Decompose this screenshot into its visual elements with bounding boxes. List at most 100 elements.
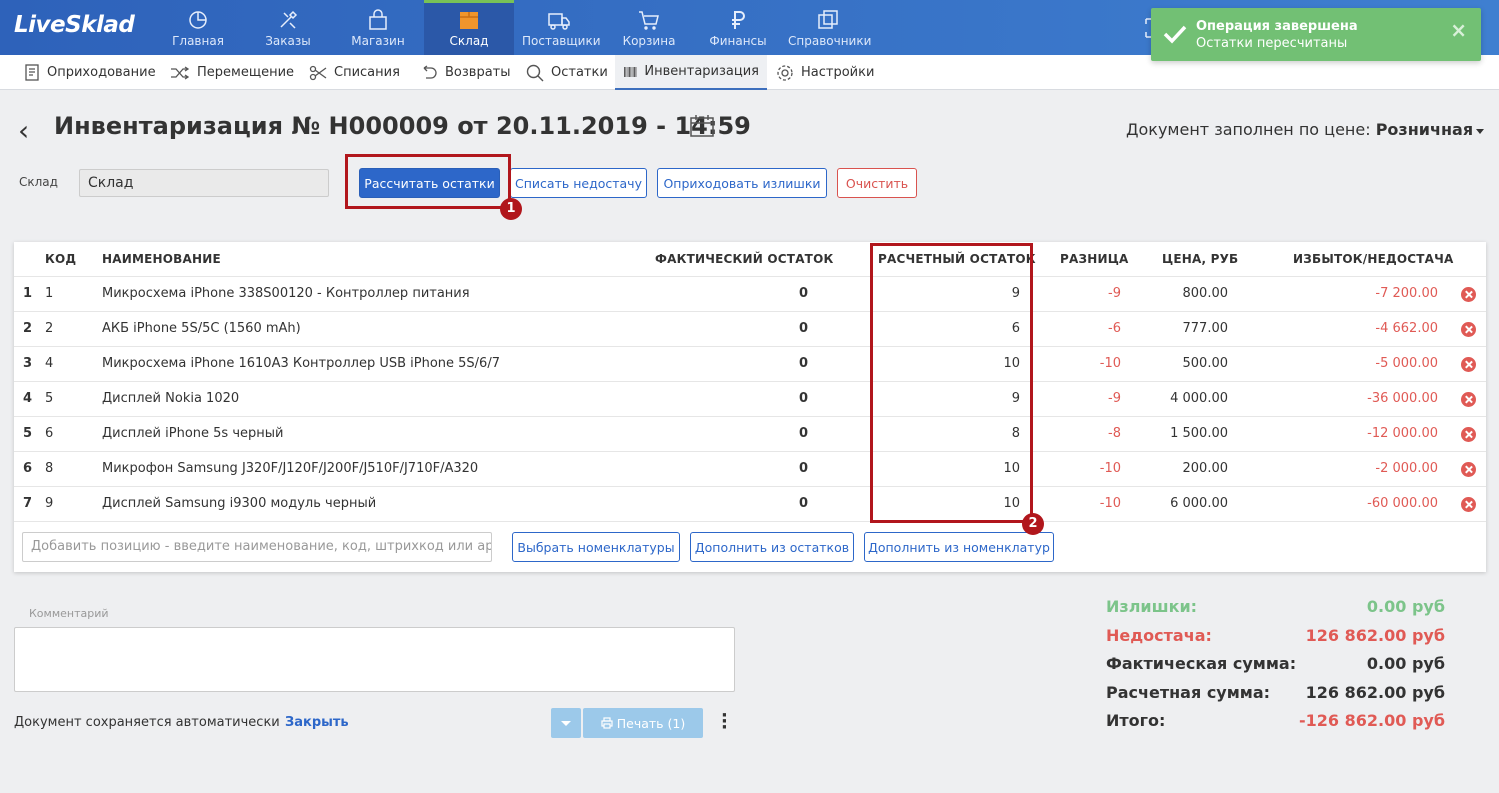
subnav-item-settings[interactable]: Настройки [768, 55, 882, 90]
back-button[interactable]: ‹ [18, 114, 29, 147]
nav-label: Справочники [788, 34, 872, 48]
subnav-item-returns[interactable]: Возвраты [412, 55, 519, 90]
nav-item-directories[interactable]: Справочники [788, 0, 872, 55]
row-number: 4 [23, 391, 33, 406]
table-row[interactable]: 7 9 Дисплей Samsung i9300 модуль черный … [14, 486, 1486, 521]
more-options-icon[interactable]: · · · [721, 707, 728, 737]
price-mode-label: Документ заполнен по цене: [1126, 120, 1371, 139]
row-fact-stock[interactable]: 0 [799, 461, 808, 476]
subnav-label: Настройки [801, 65, 875, 80]
nav-item-orders[interactable]: Заказы [258, 0, 318, 55]
row-fact-stock[interactable]: 0 [799, 426, 808, 441]
row-name[interactable]: Дисплей iPhone 5s черный [102, 426, 283, 441]
nav-item-suppliers[interactable]: Поставщики [522, 0, 601, 55]
printer-icon [601, 717, 613, 729]
row-name[interactable]: Дисплей Nokia 1020 [102, 391, 239, 406]
tools-icon [280, 10, 298, 29]
shortage-value: 126 862.00 руб [1305, 626, 1445, 645]
logo[interactable]: LiveSklad [14, 12, 135, 38]
subnav-item-receipts[interactable]: Оприходование [16, 55, 164, 90]
col-header-fact[interactable]: ФАКТИЧЕСКИЙ ОСТАТОК [655, 252, 833, 266]
row-name[interactable]: Дисплей Samsung i9300 модуль черный [102, 496, 376, 511]
return-icon [423, 64, 437, 79]
toast-message: Остатки пересчитаны [1196, 36, 1348, 51]
nav-item-home[interactable]: Главная [168, 0, 228, 55]
col-header-price[interactable]: ЦЕНА, РУБ [1162, 252, 1238, 266]
row-fact-stock[interactable]: 0 [799, 356, 808, 371]
subnav-label: Инвентаризация [644, 64, 759, 79]
surplus-label: Излишки: [1106, 597, 1198, 616]
row-diff: -10 [1099, 356, 1121, 371]
add-position-input[interactable]: Добавить позицию - введите наименование,… [22, 532, 492, 562]
close-link[interactable]: Закрыть [285, 715, 349, 730]
table-row[interactable]: 1 1 Микросхема iPhone 338S00120 - Контро… [14, 276, 1486, 311]
actual-sum-label: Фактическая сумма: [1106, 654, 1297, 673]
row-diff: -10 [1099, 496, 1121, 511]
subnav-item-inventory[interactable]: Инвентаризация [615, 55, 767, 90]
subnav-item-stock[interactable]: Остатки [518, 55, 616, 90]
table-row[interactable]: 5 6 Дисплей iPhone 5s черный 0 8 -8 1 50… [14, 416, 1486, 451]
write-off-shortage-button[interactable]: Списать недостачу [510, 168, 647, 198]
print-dropdown-button[interactable] [551, 708, 581, 738]
subnav-item-writeoffs[interactable]: Списания [301, 55, 408, 90]
caret-down-icon [1476, 129, 1485, 134]
price-mode-dropdown[interactable]: Документ заполнен по цене: Розничная [1126, 120, 1485, 139]
row-name[interactable]: Микрофон Samsung J320F/J120F/J200F/J510F… [102, 461, 478, 476]
row-fact-stock[interactable]: 0 [799, 286, 808, 301]
row-delta: -4 662.00 [1375, 321, 1438, 336]
row-name[interactable]: Микросхема iPhone 1610A3 Контроллер USB … [102, 356, 500, 371]
delete-row-icon[interactable] [1461, 287, 1476, 302]
col-header-delta[interactable]: ИЗБЫТОК/НЕДОСТАЧА [1293, 252, 1454, 266]
table-row[interactable]: 6 8 Микрофон Samsung J320F/J120F/J200F/J… [14, 451, 1486, 486]
fill-from-nomenclature-button[interactable]: Дополнить из номенклатур [864, 532, 1054, 562]
nav-item-shop[interactable]: Магазин [348, 0, 408, 55]
row-price: 500.00 [1182, 356, 1229, 371]
delete-row-icon[interactable] [1461, 462, 1476, 477]
row-delta: -7 200.00 [1375, 286, 1438, 301]
pick-nomenclature-button[interactable]: Выбрать номенклатуры [512, 532, 680, 562]
row-price: 1 500.00 [1170, 426, 1228, 441]
delete-row-icon[interactable] [1461, 427, 1476, 442]
row-price: 800.00 [1182, 286, 1229, 301]
table-row[interactable]: 3 4 Микросхема iPhone 1610A3 Контроллер … [14, 346, 1486, 381]
pie-chart-icon [189, 11, 207, 29]
row-fact-stock[interactable]: 0 [799, 321, 808, 336]
col-header-name[interactable]: НАИМЕНОВАНИЕ [102, 252, 221, 266]
warehouse-field[interactable]: Склад [79, 169, 329, 197]
fill-from-stock-button[interactable]: Дополнить из остатков [690, 532, 854, 562]
row-name[interactable]: АКБ iPhone 5S/5C (1560 mAh) [102, 321, 301, 336]
nav-item-finance[interactable]: Финансы [708, 0, 768, 55]
delete-row-icon[interactable] [1461, 497, 1476, 512]
receive-surplus-button[interactable]: Оприходовать излишки [657, 168, 827, 198]
nav-label: Поставщики [522, 34, 601, 48]
row-fact-stock[interactable]: 0 [799, 496, 808, 511]
row-fact-stock[interactable]: 0 [799, 391, 808, 406]
page-title: Инвентаризация № Н000009 от 20.11.2019 -… [54, 112, 751, 140]
subnav-label: Списания [334, 65, 400, 80]
books-icon [818, 10, 838, 29]
row-code: 6 [45, 426, 54, 441]
row-number: 6 [23, 461, 33, 476]
subnav-item-transfers[interactable]: Перемещение [162, 55, 302, 90]
delete-row-icon[interactable] [1461, 357, 1476, 372]
row-name[interactable]: Микросхема iPhone 338S00120 - Контроллер… [102, 286, 470, 301]
row-diff: -9 [1108, 286, 1121, 301]
comment-textarea[interactable] [14, 627, 735, 692]
row-code: 5 [45, 391, 54, 406]
scissors-icon [309, 65, 327, 80]
col-header-diff[interactable]: РАЗНИЦА [1060, 252, 1129, 266]
row-price: 4 000.00 [1170, 391, 1228, 406]
checkmark-icon [1163, 25, 1187, 44]
table-row[interactable]: 4 5 Дисплей Nokia 1020 0 9 -9 4 000.00 -… [14, 381, 1486, 416]
delete-row-icon[interactable] [1461, 392, 1476, 407]
toast-close-icon[interactable]: × [1450, 18, 1467, 42]
subnav-label: Перемещение [197, 65, 295, 80]
print-button[interactable]: Печать (1) [583, 708, 703, 738]
nav-item-cart[interactable]: Корзина [619, 0, 679, 55]
nav-item-warehouse[interactable]: Склад [424, 0, 514, 55]
clear-button[interactable]: Очистить [837, 168, 917, 198]
table-row[interactable]: 2 2 АКБ iPhone 5S/5C (1560 mAh) 0 6 -6 7… [14, 311, 1486, 346]
calendar-icon[interactable] [689, 114, 715, 138]
col-header-code[interactable]: КОД [45, 252, 76, 266]
delete-row-icon[interactable] [1461, 322, 1476, 337]
